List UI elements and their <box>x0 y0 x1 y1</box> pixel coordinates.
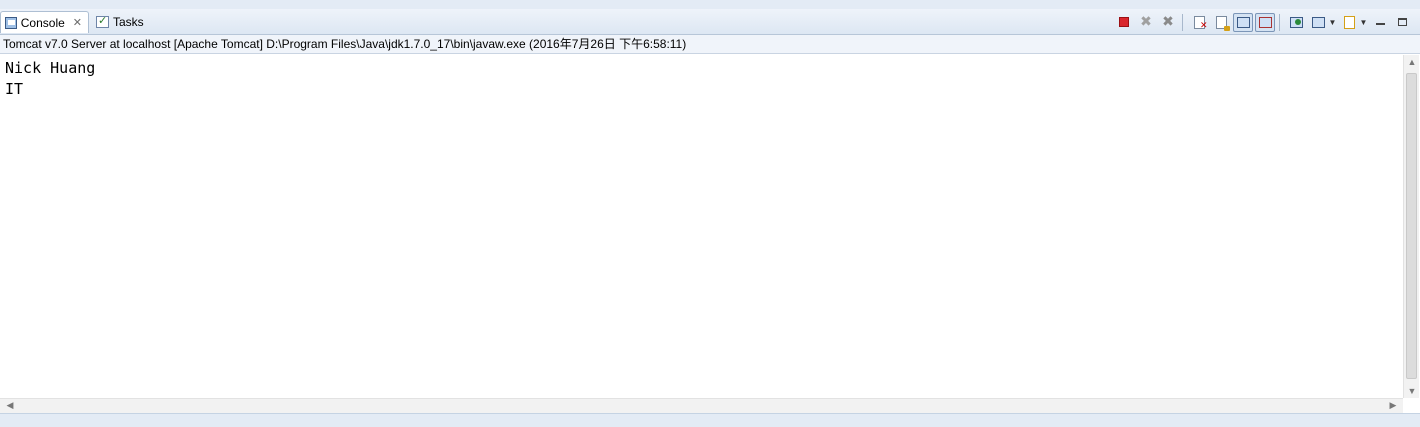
view-frame-bottom <box>0 413 1420 427</box>
close-icon[interactable]: ✕ <box>73 16 82 29</box>
maximize-button[interactable] <box>1392 13 1412 32</box>
scroll-up-icon[interactable]: ▲ <box>1404 57 1420 67</box>
show-on-stdout-icon <box>1236 16 1250 28</box>
show-on-stderr-icon <box>1258 16 1272 28</box>
tab-console[interactable]: Console ✕ <box>0 11 89 33</box>
clear-console-button[interactable]: ✕ <box>1189 13 1209 32</box>
console-icon <box>5 16 17 29</box>
minimize-button[interactable] <box>1370 13 1390 32</box>
remove-all-terminated-icon: ✖ <box>1162 14 1174 30</box>
show-on-stdout-button[interactable] <box>1233 12 1253 32</box>
chevron-down-icon[interactable]: ▼ <box>1328 18 1337 27</box>
tab-tasks-label: Tasks <box>113 15 144 29</box>
clear-console-icon: ✕ <box>1193 15 1208 31</box>
toolbar-separator <box>1182 13 1183 31</box>
terminate-button[interactable] <box>1114 13 1134 32</box>
scroll-lock-icon <box>1215 15 1230 31</box>
remove-launch-icon: ✖ <box>1140 14 1152 30</box>
minimize-icon <box>1375 23 1385 25</box>
tasks-icon <box>96 14 109 28</box>
remove-all-terminated-button[interactable]: ✖ <box>1158 13 1178 32</box>
show-on-stderr-button[interactable] <box>1255 12 1275 32</box>
console-line: Nick Huang <box>5 59 96 77</box>
chevron-down-icon[interactable]: ▼ <box>1359 18 1368 27</box>
tab-console-label: Console <box>20 15 65 30</box>
scroll-lock-button[interactable] <box>1211 13 1231 32</box>
scroll-right-icon[interactable]: ▶ <box>1385 400 1401 411</box>
pin-console-button[interactable] <box>1286 13 1306 32</box>
display-selected-console-button[interactable] <box>1308 13 1328 32</box>
display-selected-console-icon <box>1311 16 1325 28</box>
open-console-icon <box>1343 15 1355 29</box>
remove-launch-button[interactable]: ✖ <box>1136 13 1156 32</box>
scroll-left-icon[interactable]: ◀ <box>2 400 18 411</box>
scroll-down-icon[interactable]: ▼ <box>1404 386 1420 396</box>
maximize-icon <box>1397 18 1407 26</box>
pin-console-icon <box>1289 16 1303 28</box>
console-description: Tomcat v7.0 Server at localhost [Apache … <box>0 35 1420 54</box>
toolbar-separator <box>1279 13 1280 31</box>
horizontal-scrollbar[interactable]: ◀ ▶ <box>0 398 1403 413</box>
vertical-scrollbar[interactable]: ▲ ▼ <box>1403 55 1419 398</box>
open-console-button[interactable] <box>1339 13 1359 32</box>
tab-tasks[interactable]: Tasks <box>92 11 152 33</box>
console-line: IT <box>5 80 24 98</box>
console-output[interactable]: Nick Huang IT <box>0 55 1403 398</box>
terminate-icon <box>1119 17 1129 27</box>
console-toolbar: ✖ ✖ ✕ ▼ ▼ <box>1112 12 1412 32</box>
vertical-scroll-thumb[interactable] <box>1406 73 1417 379</box>
